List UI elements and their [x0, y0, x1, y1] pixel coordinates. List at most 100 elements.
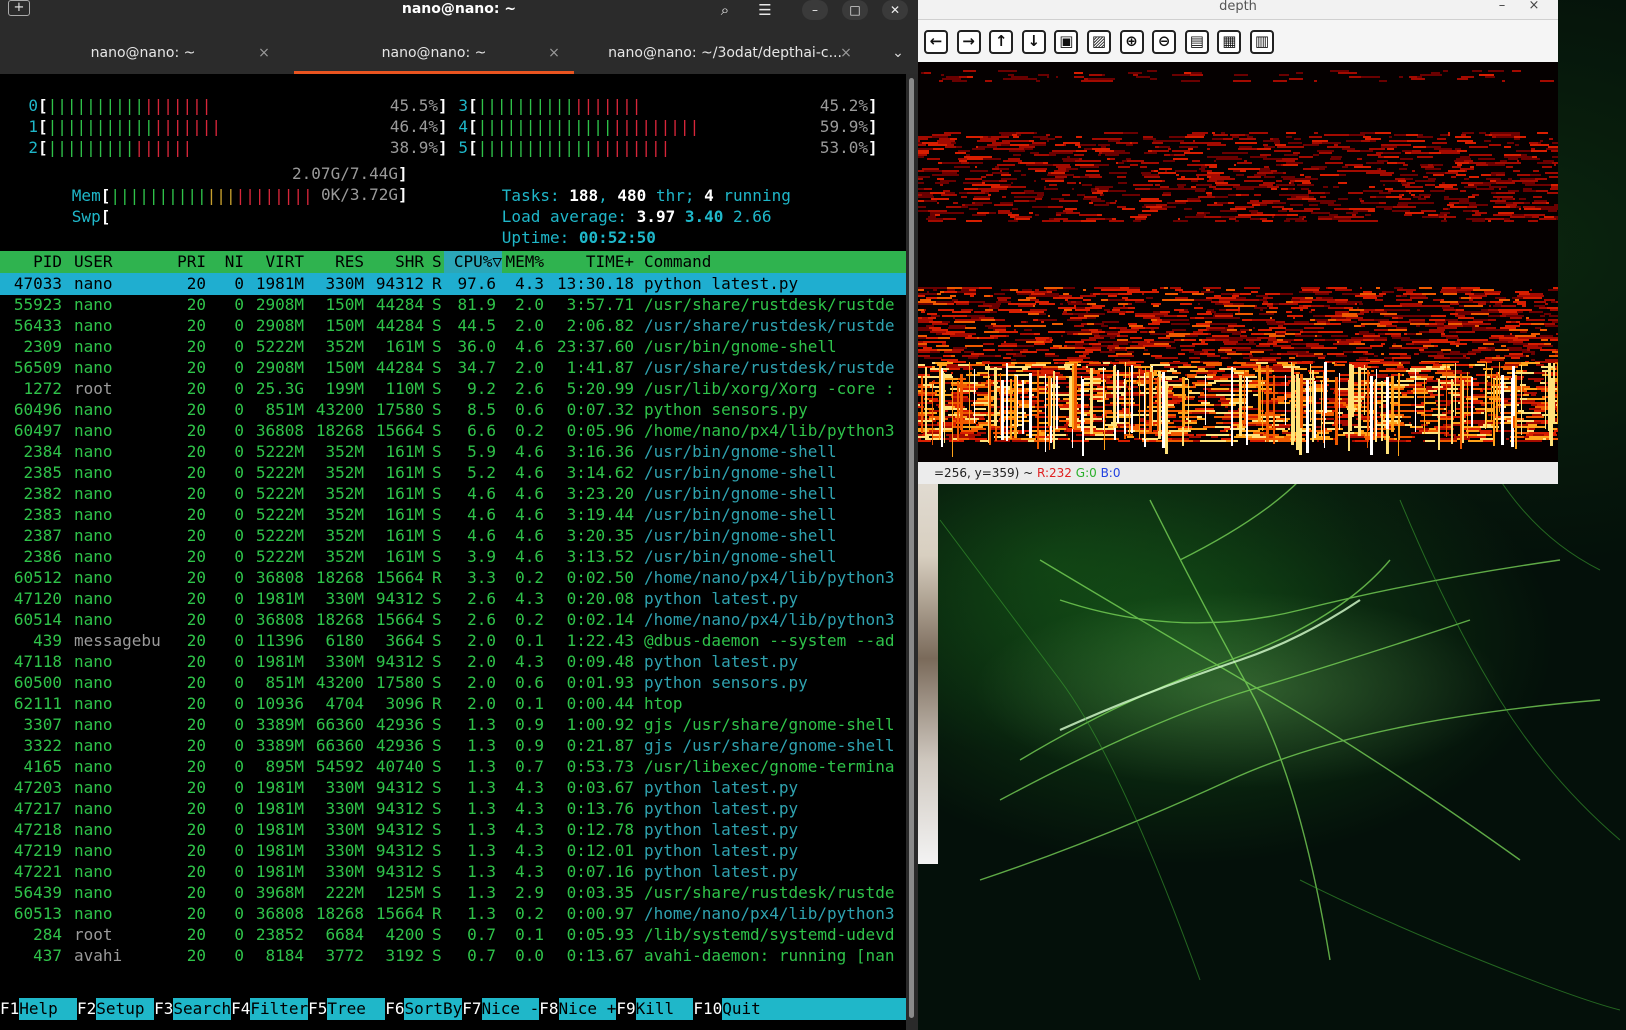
column-header-cmd[interactable]: Command [644, 251, 906, 273]
fkey-label[interactable]: Setup [96, 998, 155, 1020]
hamburger-menu-icon[interactable]: ☰ [752, 0, 778, 22]
process-row[interactable]: 47203 nano 20 0 1981M 330M 94312 S 1.3 4.3 0:03.67… [0, 777, 906, 799]
fkey-label[interactable]: Filter [250, 998, 308, 1020]
process-row[interactable]: 56439 nano 20 0 3968M 222M 125M S 1.3 2.9 0:03.35 /… [0, 882, 906, 904]
tabs-dropdown-icon[interactable]: ⌄ [888, 36, 908, 74]
properties-icon[interactable]: ▥ [1250, 30, 1274, 54]
close-tab-icon[interactable]: × [256, 36, 272, 74]
down-icon[interactable]: ↓ [1021, 30, 1046, 54]
process-row[interactable]: 47218 nano 20 0 1981M 330M 94312 S 1.3 4.3 0:12.78… [0, 819, 906, 841]
process-virt: 851M [265, 673, 304, 692]
process-row[interactable]: 2387 nano 20 0 5222M 352M 161M S 4.6 4.6 3:20.35/u… [0, 525, 906, 547]
process-row[interactable]: 62111 nano 20 0 10936 4704 3096 R 2.0 0.1 0:00.44 h… [0, 693, 906, 715]
fkey-f7[interactable]: F7 [462, 998, 482, 1020]
process-row[interactable]: 55923 nano 20 0 2908M 150M 44284 S 81.9 2.0 3:57.7… [0, 294, 906, 316]
search-icon[interactable]: ⌕ [712, 0, 738, 22]
process-virt: 851M [265, 400, 304, 419]
process-row[interactable]: 3307 nano 20 0 3389M 66360 42936 S 1.3 0.9 1:00.92… [0, 714, 906, 736]
process-row[interactable]: 284 root 20 0 23852 6684 4200 S 0.7 0.1 0:05.93/li… [0, 924, 906, 946]
process-row[interactable]: 60514 nano 20 0 36808 18268 15664 S 2.6 0.2 0:02.1… [0, 609, 906, 631]
fkey-f10[interactable]: F10 [693, 998, 723, 1020]
image-settings-icon[interactable]: ▨ [1087, 30, 1111, 54]
zoom-in-icon[interactable]: ⊕ [1119, 30, 1144, 54]
fkey-label[interactable]: Tree [327, 998, 386, 1020]
process-virt: 5222M [255, 463, 304, 482]
process-row[interactable]: 47221 nano 20 0 1981M 330M 94312 S 1.3 4.3 0:07.16… [0, 861, 906, 883]
htop-screen[interactable]: 0 [||||||||||||||||| 45.5%] 1 [|||||||||||||… [0, 74, 906, 1030]
column-header-pid[interactable]: PID [0, 251, 62, 273]
forward-icon[interactable]: → [956, 30, 981, 54]
process-row[interactable]: 47033 nano 20 0 1981M 330M 94312 R 97.6 4.3 13:30.… [0, 273, 906, 295]
fkey-f1[interactable]: F1 [0, 998, 20, 1020]
column-header-mem[interactable]: MEM% [496, 251, 544, 273]
process-row[interactable]: 56433 nano 20 0 2908M 150M 44284 S 44.5 2.0 2:06.8… [0, 315, 906, 337]
fkey-f6[interactable]: F6 [385, 998, 405, 1020]
fkey-label[interactable]: SortBy [404, 998, 462, 1020]
close-icon[interactable]: × [1524, 0, 1544, 14]
fkey-f5[interactable]: F5 [308, 998, 328, 1020]
process-row[interactable]: 56509 nano 20 0 2908M 150M 44284 S 34.7 2.0 1:41.8… [0, 357, 906, 379]
process-shr: 94312 [375, 820, 424, 839]
close-tab-icon[interactable]: × [546, 36, 562, 74]
process-shr: 94312 [375, 841, 424, 860]
process-row[interactable]: 47118 nano 20 0 1981M 330M 94312 S 2.0 4.3 0:09.48… [0, 651, 906, 673]
process-row[interactable]: 60496 nano 20 0 851M 43200 17580 S 8.5 0.6 0:07.32… [0, 399, 906, 421]
fkey-label[interactable]: Nice + [558, 998, 616, 1020]
fkey-label[interactable]: Search [173, 998, 231, 1020]
column-header-shr[interactable]: SHR [364, 251, 424, 273]
process-row[interactable]: 2385 nano 20 0 5222M 352M 161M S 5.2 4.6 3:14.62/u… [0, 462, 906, 484]
depth-map-image[interactable] [918, 62, 1558, 462]
column-header-ni[interactable]: NI [210, 251, 244, 273]
process-row[interactable]: 47219 nano 20 0 1981M 330M 94312 S 1.3 4.3 0:12.01… [0, 840, 906, 862]
process-row[interactable]: 2384 nano 20 0 5222M 352M 161M S 5.9 4.6 3:16.36/u… [0, 441, 906, 463]
fkey-f3[interactable]: F3 [154, 998, 174, 1020]
fkey-label[interactable]: Help [19, 998, 78, 1020]
process-row[interactable]: 2309 nano 20 0 5222M 352M 161M S 36.0 4.6 23:37.60… [0, 336, 906, 358]
column-header-time[interactable]: TIME+ [544, 251, 634, 273]
close-tab-icon[interactable]: × [838, 36, 854, 74]
process-row[interactable]: 3322 nano 20 0 3389M 66360 42936 S 1.3 0.9 0:21.87… [0, 735, 906, 757]
fkey-f2[interactable]: F2 [77, 998, 97, 1020]
fkey-f9[interactable]: F9 [616, 998, 636, 1020]
save-icon[interactable]: ▤ [1184, 30, 1209, 54]
column-header-virt[interactable]: VIRT [244, 251, 304, 273]
terminal-scrollbar-thumb[interactable] [909, 78, 914, 1018]
maximize-icon[interactable]: □ [842, 0, 868, 20]
process-row[interactable]: 439 messagebu 20 0 11396 6180 3664 S 2.0 0.1 1:22.… [0, 630, 906, 652]
fkey-f4[interactable]: F4 [231, 998, 251, 1020]
process-user: avahi [74, 946, 123, 965]
process-row[interactable]: 1272 root 20 0 25.3G 199M 110M S 9.2 2.6 5:20.99/u… [0, 378, 906, 400]
process-row[interactable]: 60497 nano 20 0 36808 18268 15664 S 6.6 0.2 0:05.9… [0, 420, 906, 442]
back-icon[interactable]: ← [924, 30, 948, 54]
minimize-icon[interactable]: – [1492, 0, 1512, 14]
clipboard-icon[interactable]: ▦ [1217, 30, 1242, 54]
process-row[interactable]: 60500 nano 20 0 851M 43200 17580 S 2.0 0.6 0:01.93… [0, 672, 906, 694]
fkey-label[interactable]: Nice - [481, 998, 539, 1020]
column-header-res[interactable]: RES [304, 251, 364, 273]
close-icon[interactable]: ✕ [882, 0, 908, 20]
column-header-cpu[interactable]: CPU%▽ [444, 251, 502, 273]
process-row[interactable]: 4165 nano 20 0 895M 54592 40740 S 1.3 0.7 0:53.73 /… [0, 756, 906, 778]
fkey-label[interactable]: Kill [635, 998, 694, 1020]
column-header-s[interactable]: S [432, 251, 444, 273]
tab-terminal-1[interactable]: nano@nano: ~ [0, 36, 286, 74]
image-icon[interactable]: ▣ [1054, 30, 1079, 54]
minimize-icon[interactable]: – [802, 0, 828, 20]
column-header-pri[interactable]: PRI [170, 251, 206, 273]
zoom-out-icon[interactable]: ⊖ [1152, 30, 1177, 54]
fkey-f8[interactable]: F8 [539, 998, 559, 1020]
process-row[interactable]: 2383 nano 20 0 5222M 352M 161M S 4.6 4.6 3:19.44/u… [0, 504, 906, 526]
process-row[interactable]: 47217 nano 20 0 1981M 330M 94312 S 1.3 4.3 0:13.76… [0, 798, 906, 820]
tab-terminal-2[interactable]: nano@nano: ~ [294, 36, 574, 74]
tab-terminal-3[interactable]: nano@nano: ~/3odat/depthai-c... [582, 36, 868, 74]
column-header-user[interactable]: USER [74, 251, 174, 273]
fkey-label[interactable]: Quit [722, 998, 906, 1020]
process-row[interactable]: 60512 nano 20 0 36808 18268 15664 R 3.3 0.2 0:02.5… [0, 567, 906, 589]
process-row[interactable]: 47120 nano 20 0 1981M 330M 94312 S 2.6 4.3 0:20.08… [0, 588, 906, 610]
process-res: 199M [325, 379, 364, 398]
process-row[interactable]: 2382 nano 20 0 5222M 352M 161M S 4.6 4.6 3:23.20/u… [0, 483, 906, 505]
process-row[interactable]: 437 avahi 20 0 8184 3772 3192 S 0.7 0.0 0:13.67 ava… [0, 945, 906, 967]
process-row[interactable]: 2386 nano 20 0 5222M 352M 161M S 3.9 4.6 3:13.52/u… [0, 546, 906, 568]
up-icon[interactable]: ↑ [989, 30, 1014, 54]
process-row[interactable]: 60513 nano 20 0 36808 18268 15664 R 1.3 0.2 0:00.9… [0, 903, 906, 925]
